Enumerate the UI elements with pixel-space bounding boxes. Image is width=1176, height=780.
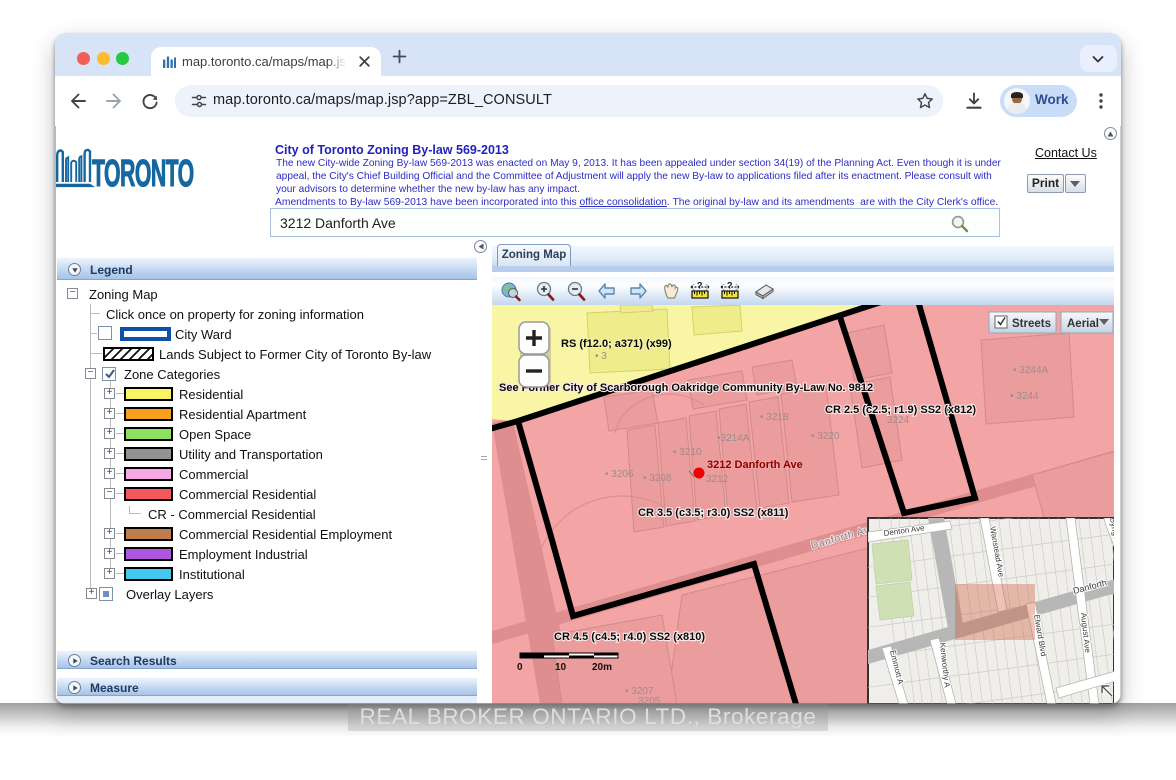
svg-text:3212 Danforth Ave: 3212 Danforth Ave xyxy=(707,459,803,471)
svg-text:TORONTO: TORONTO xyxy=(92,151,194,194)
svg-text:0: 0 xyxy=(517,662,523,673)
svg-text:•3214A: •3214A xyxy=(717,433,750,444)
svg-text:• 3210: • 3210 xyxy=(673,447,702,458)
svg-text:• 3206: • 3206 xyxy=(605,469,634,480)
svg-text:?: ? xyxy=(697,281,703,291)
svg-text:3212: 3212 xyxy=(706,474,729,485)
svg-text:• 3: • 3 xyxy=(595,351,607,362)
svg-text:• 3208: • 3208 xyxy=(643,473,672,484)
svg-text:CR 3.5 (c3.5; r3.0) SS2 (x811: CR 3.5 (c3.5; r3.0) SS2 (x811) xyxy=(638,507,789,519)
svg-text:• 3218: • 3218 xyxy=(760,412,789,423)
svg-text:?: ? xyxy=(727,281,733,291)
svg-text:CR 2.5 (c2.5; r1.9) SS2 (x812: CR 2.5 (c2.5; r1.9) SS2 (x812) xyxy=(825,404,976,416)
svg-text:See Former City of Scarborough: See Former City of Scarborough Oakridge … xyxy=(499,382,873,394)
svg-text:Aerial: Aerial xyxy=(1067,318,1099,330)
svg-text:CR 4.5 (c4.5; r4.0) SS2 (x810: CR 4.5 (c4.5; r4.0) SS2 (x810) xyxy=(554,631,705,643)
svg-text:• 3244A: • 3244A xyxy=(1013,365,1049,376)
svg-text:RS (f12.0; a371) (x99): RS (f12.0; a371) (x99) xyxy=(561,338,672,350)
svg-text:Streets: Streets xyxy=(1012,318,1051,330)
svg-text:10: 10 xyxy=(555,662,567,673)
svg-text:20m: 20m xyxy=(592,662,612,673)
svg-text:• 3244: • 3244 xyxy=(1010,391,1039,402)
svg-text:3224: 3224 xyxy=(887,415,910,426)
svg-text:• 3220: • 3220 xyxy=(811,431,840,442)
